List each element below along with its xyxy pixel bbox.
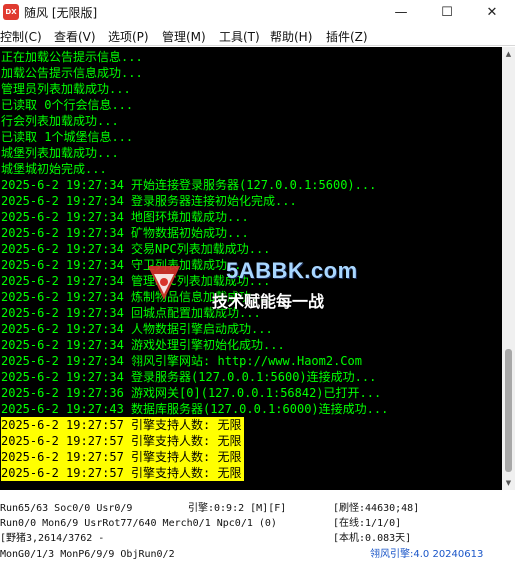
log-line: 2025-6-2 19:27:34 游戏处理引擎初始化成功... [1,338,285,352]
log-line: 2025-6-2 19:27:34 开始连接登录服务器(127.0.0.1:56… [1,178,377,192]
log-line-highlighted: 2025-6-2 19:27:57 引擎支持人数: 无限 [1,417,244,433]
log-line: 2025-6-2 19:27:34 翎风引擎网站: http://www.Hao… [1,354,362,368]
menu-help[interactable]: 帮助(H) [270,28,312,45]
status-engine-version: 翎风引擎:4.0 20240613 [370,549,484,560]
status-monster-refresh: [刷怪:44630;48] [333,503,420,514]
log-line: 2025-6-2 19:27:34 矿物数据初始成功... [1,226,249,240]
maximize-button[interactable]: ☐ [424,0,470,25]
vertical-scrollbar[interactable]: ▲ ▼ [502,47,515,490]
menu-bar: 控制(C) 查看(V) 选项(P) 管理(M) 工具(T) 帮助(H) 插件(Z… [0,25,515,46]
status-bar: Run65/63 Soc0/0 Usr0/9 引擎:0:9:2 [M][F] [… [0,495,515,565]
log-line: 2025-6-2 19:27:34 管理NPC列表加载成功... [1,274,271,288]
log-line: 城堡列表加载成功... [1,146,119,160]
scroll-down-icon[interactable]: ▼ [502,476,515,490]
log-line-highlighted: 2025-6-2 19:27:57 引擎支持人数: 无限 [1,449,244,465]
status-engine: 引擎:0:9:2 [M][F] [188,503,287,514]
status-objects: Run0/0 Mon6/9 UsrRot77/640 Merch0/1 Npc0… [0,518,277,529]
scrollbar-thumb[interactable] [505,349,512,472]
status-uptime: [本机:0.083天] [333,533,412,544]
status-run-stats: Run65/63 Soc0/0 Usr0/9 [0,503,133,514]
log-line: 2025-6-2 19:27:34 守卫列表加载成功... [1,258,249,272]
log-line-highlighted: 2025-6-2 19:27:57 引擎支持人数: 无限 [1,465,244,481]
log-line: 2025-6-2 19:27:34 炼制物品信息加载成功... [1,290,273,304]
log-line: 正在加载公告提示信息... [1,50,143,64]
menu-view[interactable]: 查看(V) [54,28,96,45]
log-line: 城堡城初始完成... [1,162,107,176]
app-logo-icon: DX [3,4,19,20]
menu-manage[interactable]: 管理(M) [162,28,206,45]
window-title: 随风 [无限版] [24,6,98,20]
log-line: 2025-6-2 19:27:34 回城点配置加载成功... [1,306,261,320]
log-line: 2025-6-2 19:27:34 登录服务器连接初始化完成... [1,194,297,208]
close-button[interactable]: ✕ [469,0,515,25]
log-line: 管理员列表加载成功... [1,82,131,96]
log-line: 2025-6-2 19:27:43 数据库服务器(127.0.0.1:6000)… [1,402,389,416]
log-line: 行会列表加载成功... [1,114,119,128]
log-line: 2025-6-2 19:27:34 交易NPC列表加载成功... [1,242,271,256]
log-line-highlighted: 2025-6-2 19:27:57 引擎支持人数: 无限 [1,433,244,449]
scroll-up-icon[interactable]: ▲ [502,47,515,61]
status-online: [在线:1/1/0] [333,518,402,529]
menu-options[interactable]: 选项(P) [108,28,149,45]
status-monster-gen: MonG0/1/3 MonP6/9/9 ObjRun0/2 [0,549,175,560]
log-line: 已读取 0个行会信息... [1,98,134,112]
log-console[interactable]: 正在加载公告提示信息... 加载公告提示信息成功... 管理员列表加载成功... 已读… [0,47,502,490]
menu-tools[interactable]: 工具(T) [219,28,260,45]
menu-control[interactable]: 控制(C) [0,28,42,45]
log-line: 2025-6-2 19:27:36 游戏网关[0](127.0.0.1:5684… [1,386,382,400]
log-line: 2025-6-2 19:27:34 地图环境加载成功... [1,210,249,224]
status-map-monster: [野猪3,2614/3762 - [0,533,105,544]
log-line: 2025-6-2 19:27:34 登录服务器(127.0.0.1:5600)连… [1,370,377,384]
log-line: 加载公告提示信息成功... [1,66,143,80]
title-bar: DX 随风 [无限版] — ☐ ✕ [0,0,515,25]
menu-plugins[interactable]: 插件(Z) [326,28,368,45]
log-line: 2025-6-2 19:27:34 人物数据引擎启动成功... [1,322,273,336]
minimize-button[interactable]: — [378,0,424,25]
log-line: 已读取 1个城堡信息... [1,130,134,144]
